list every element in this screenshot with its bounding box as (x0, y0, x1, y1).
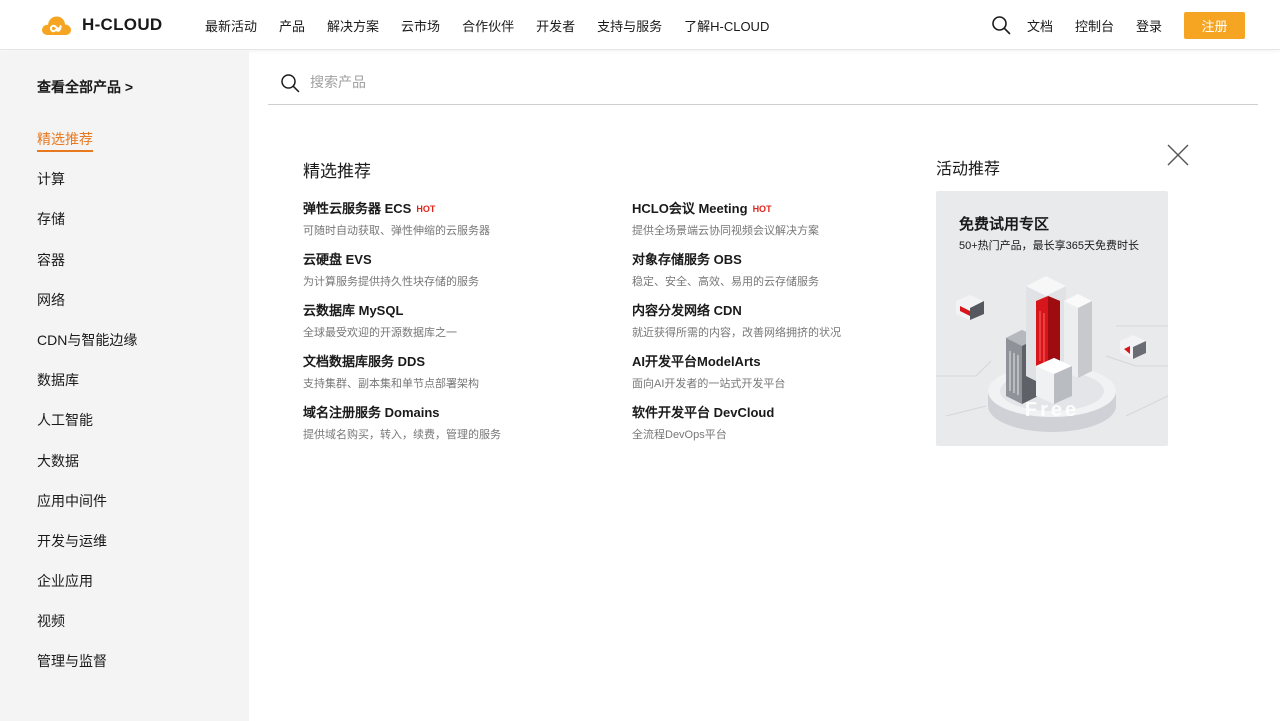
product-desc: 提供域名购买，转入，续费，管理的服务 (303, 429, 501, 441)
main-nav: 最新活动 产品 解决方案 云市场 合作伙伴 开发者 支持与服务 了解H-CLOU… (205, 0, 791, 50)
sidebar-item-big-data[interactable]: 大数据 (37, 451, 137, 491)
product-name: 软件开发平台 DevCloud (632, 405, 775, 420)
nav-item-latest-activity[interactable]: 最新活动 (205, 16, 257, 35)
product-name: 域名注册服务 Domains (303, 405, 440, 420)
header-tools: 文档 控制台 登录 注册 (991, 0, 1245, 50)
featured-section-title: 精选推荐 (303, 162, 371, 181)
sidebar-item-video[interactable]: 视频 (37, 611, 137, 651)
logo[interactable]: H-CLOUD (40, 12, 162, 38)
top-navbar: H-CLOUD 最新活动 产品 解决方案 云市场 合作伙伴 开发者 支持与服务 … (0, 0, 1280, 50)
product-ecs[interactable]: 弹性云服务器 ECS HOT 可随时自动获取、弹性伸缩的云服务器 (303, 198, 603, 238)
search-icon[interactable] (991, 15, 1011, 35)
sidebar-item-storage[interactable]: 存储 (37, 209, 137, 249)
product-desc: 提供全场景端云协同视频会议解决方案 (632, 225, 819, 237)
promo-title: 免费试用专区 (959, 216, 1050, 233)
product-name: 云数据库 MySQL (303, 303, 404, 318)
sidebar-item-featured[interactable]: 精选推荐 (37, 129, 137, 169)
sidebar-item-label: 精选推荐 (37, 131, 93, 152)
search-icon (281, 74, 300, 93)
nav-item-partners[interactable]: 合作伙伴 (462, 16, 514, 35)
product-desc: 就近获得所需的内容，改善网络拥挤的状况 (632, 327, 841, 339)
product-search-input[interactable] (310, 70, 910, 94)
sidebar-item-enterprise-apps[interactable]: 企业应用 (37, 571, 137, 611)
free-trial-promo-card[interactable]: 免费试用专区 50+热门产品，最长享365天免费时长 Free (936, 191, 1168, 446)
sidebar-item-middleware[interactable]: 应用中间件 (37, 491, 137, 531)
product-dds[interactable]: 文档数据库服务 DDS 支持集群、副本集和单节点部署架构 (303, 351, 603, 391)
sidebar-item-compute[interactable]: 计算 (37, 169, 137, 209)
product-evs[interactable]: 云硬盘 EVS 为计算服务提供持久性块存储的服务 (303, 249, 603, 289)
product-meeting[interactable]: HCLO会议 Meeting HOT 提供全场景端云协同视频会议解决方案 (632, 198, 932, 238)
nav-item-developers[interactable]: 开发者 (536, 16, 575, 35)
product-name: 内容分发网络 CDN (632, 303, 742, 318)
sidebar-item-devops[interactable]: 开发与运维 (37, 531, 137, 571)
console-link[interactable]: 控制台 (1075, 16, 1114, 35)
product-name: 文档数据库服务 DDS (303, 354, 426, 369)
product-name: 弹性云服务器 ECS HOT (303, 201, 436, 216)
product-name: 对象存储服务 OBS (632, 252, 742, 267)
activity-section-title: 活动推荐 (936, 161, 1001, 178)
sidebar-item-database[interactable]: 数据库 (37, 370, 137, 410)
product-desc: 为计算服务提供持久性块存储的服务 (303, 276, 479, 288)
product-desc: 支持集群、副本集和单节点部署架构 (303, 378, 479, 390)
product-search-bar (268, 62, 1258, 105)
product-name: 云硬盘 EVS (303, 252, 372, 267)
hot-badge: HOT (416, 204, 436, 214)
sidebar-item-cdn-edge[interactable]: CDN与智能边缘 (37, 330, 137, 370)
product-name: AI开发平台ModelArts (632, 354, 761, 369)
product-domains[interactable]: 域名注册服务 Domains 提供域名购买，转入，续费，管理的服务 (303, 402, 603, 442)
category-list: 精选推荐 计算 存储 容器 网络 CDN与智能边缘 数据库 人工智能 大数据 应… (37, 129, 137, 692)
sidebar-item-ai[interactable]: 人工智能 (37, 410, 137, 450)
product-desc: 全球最受欢迎的开源数据库之一 (303, 327, 457, 339)
hot-badge: HOT (752, 204, 772, 214)
register-button[interactable]: 注册 (1184, 11, 1245, 39)
nav-item-support[interactable]: 支持与服务 (597, 16, 662, 35)
brand-name: H-CLOUD (82, 15, 163, 34)
product-name: HCLO会议 Meeting HOT (632, 201, 772, 216)
docs-link[interactable]: 文档 (1027, 16, 1053, 35)
product-devcloud[interactable]: 软件开发平台 DevCloud 全流程DevOps平台 (632, 402, 932, 442)
free-art-text: Free (1025, 399, 1079, 421)
product-modelarts[interactable]: AI开发平台ModelArts 面向AI开发者的一站式开发平台 (632, 351, 932, 391)
sidebar-item-network[interactable]: 网络 (37, 290, 137, 330)
nav-item-marketplace[interactable]: 云市场 (401, 16, 440, 35)
product-obs[interactable]: 对象存储服务 OBS 稳定、安全、高效、易用的云存储服务 (632, 249, 932, 289)
product-cdn[interactable]: 内容分发网络 CDN 就近获得所需的内容，改善网络拥挤的状况 (632, 300, 932, 340)
nav-item-solutions[interactable]: 解决方案 (327, 16, 379, 35)
promo-subtitle: 50+热门产品，最长享365天免费时长 (959, 240, 1140, 252)
sidebar-item-management[interactable]: 管理与监督 (37, 651, 137, 691)
product-desc: 面向AI开发者的一站式开发平台 (632, 378, 786, 390)
cloud-logo-icon (42, 16, 71, 35)
sidebar-item-containers[interactable]: 容器 (37, 250, 137, 290)
product-mysql[interactable]: 云数据库 MySQL 全球最受欢迎的开源数据库之一 (303, 300, 603, 340)
close-icon[interactable] (1166, 143, 1190, 167)
nav-item-about[interactable]: 了解H-CLOUD (684, 16, 769, 35)
nav-item-products[interactable]: 产品 (279, 16, 305, 35)
product-desc: 可随时自动获取、弹性伸缩的云服务器 (303, 225, 490, 237)
product-desc: 稳定、安全、高效、易用的云存储服务 (632, 276, 819, 288)
free-trial-illustration: Free (936, 276, 1168, 432)
view-all-products-link[interactable]: 查看全部产品 > (37, 77, 133, 97)
product-desc: 全流程DevOps平台 (632, 429, 727, 441)
login-link[interactable]: 登录 (1136, 16, 1162, 35)
category-sidebar: 查看全部产品 > 精选推荐 计算 存储 容器 网络 CDN与智能边缘 数据库 人… (0, 51, 249, 721)
